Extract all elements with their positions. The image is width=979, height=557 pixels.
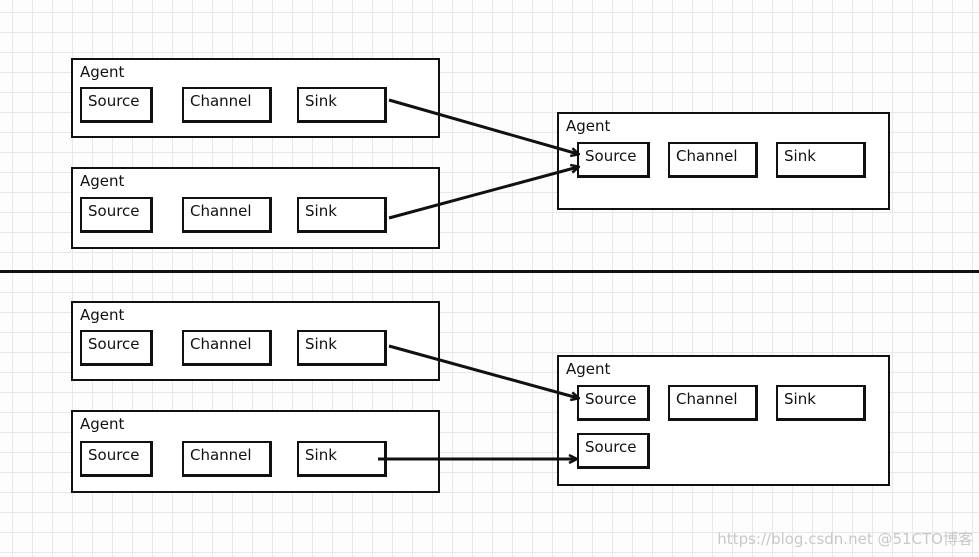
arrow (388, 167, 578, 220)
arrow (388, 344, 578, 398)
arrows-layer (378, 98, 979, 557)
watermark: https://blog.csdn.net @51CTO博客 (717, 530, 973, 548)
arrow (388, 98, 578, 154)
